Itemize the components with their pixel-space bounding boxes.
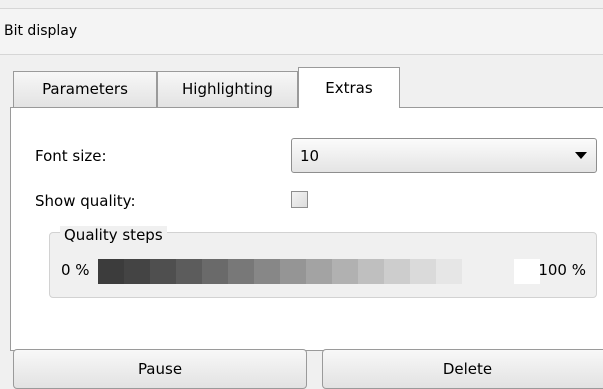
quality-swatch — [436, 259, 462, 284]
quality-max-label: 100 % — [538, 261, 586, 279]
quality-min-label: 0 % — [61, 261, 90, 279]
tab-extras[interactable]: Extras — [298, 67, 400, 108]
quality-swatch — [514, 259, 540, 284]
delete-button[interactable]: Delete — [322, 349, 603, 389]
window-header: Bit display — [0, 8, 603, 55]
pause-button[interactable]: Pause — [13, 349, 307, 389]
quality-swatch — [306, 259, 332, 284]
quality-swatch — [124, 259, 150, 284]
quality-steps-title: Quality steps — [60, 226, 167, 244]
quality-swatch — [410, 259, 436, 284]
show-quality-checkbox[interactable] — [291, 191, 308, 208]
quality-swatch — [254, 259, 280, 284]
quality-swatch — [150, 259, 176, 284]
show-quality-label: Show quality: — [35, 192, 136, 210]
tab-bar: Parameters Highlighting Extras — [0, 67, 603, 108]
quality-swatch — [358, 259, 384, 284]
quality-swatch — [98, 259, 124, 284]
font-size-select[interactable]: 10 — [291, 138, 597, 173]
chevron-down-icon — [575, 152, 587, 159]
quality-swatch — [280, 259, 306, 284]
quality-swatch — [488, 259, 514, 284]
extras-panel: Font size: 10 Show quality: Quality step… — [10, 107, 603, 351]
quality-swatch — [202, 259, 228, 284]
window-title: Bit display — [4, 23, 78, 39]
quality-swatch — [462, 259, 488, 284]
quality-gradient — [98, 259, 540, 284]
tab-parameters[interactable]: Parameters — [13, 71, 157, 107]
quality-swatch — [176, 259, 202, 284]
font-size-label: Font size: — [35, 147, 107, 165]
quality-swatch — [228, 259, 254, 284]
font-size-value: 10 — [300, 147, 320, 165]
quality-steps-group: Quality steps 0 % 100 % — [49, 226, 597, 298]
tab-highlighting[interactable]: Highlighting — [157, 71, 298, 107]
quality-swatch — [384, 259, 410, 284]
quality-swatch — [332, 259, 358, 284]
